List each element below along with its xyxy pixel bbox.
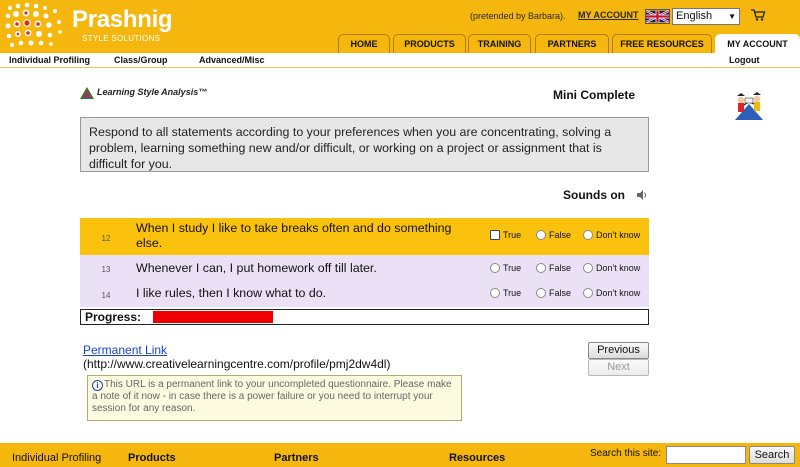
option-false[interactable]: False — [536, 288, 571, 298]
language-select-value: English — [676, 10, 713, 22]
permanent-link-note-text: This URL is a permanent link to your unc… — [92, 379, 452, 414]
site-header: Prashnig STYLE SOLUTIONS (pretended by B… — [0, 0, 800, 53]
search-input[interactable] — [666, 446, 746, 464]
permanent-link[interactable]: Permanent Link — [83, 343, 167, 357]
option-dont-know[interactable]: Don't know — [583, 230, 640, 240]
next-button[interactable]: Next — [588, 359, 649, 376]
learning-style-analysis-logo: Learning Style Analysis™ — [79, 86, 229, 102]
progress-bar-fill — [153, 311, 274, 323]
option-false[interactable]: False — [536, 230, 571, 240]
brand-name: Prashnig — [72, 6, 173, 33]
subnav-class-group[interactable]: Class/Group — [114, 55, 168, 65]
radio-true[interactable] — [490, 288, 500, 298]
instructions-box: Respond to all statements according to y… — [80, 117, 649, 172]
radio-dont-know[interactable] — [583, 230, 593, 240]
question-row-13: 13 Whenever I can, I put homework off ti… — [80, 255, 649, 281]
footer-products[interactable]: Products — [128, 452, 176, 464]
permanent-link-note: i This URL is a permanent link to your un… — [87, 375, 462, 421]
page-title: Mini Complete — [553, 88, 636, 102]
my-account-link[interactable]: MY ACCOUNT — [578, 10, 639, 20]
question-number: 13 — [101, 265, 111, 274]
question-number: 14 — [101, 291, 111, 300]
radio-true[interactable] — [490, 263, 500, 273]
option-dont-know[interactable]: Don't know — [583, 263, 640, 273]
question-text: When I study I like to take breaks often… — [136, 221, 452, 250]
sub-navigation: Individual Profiling Class/Group Advance… — [0, 53, 800, 68]
radio-false[interactable] — [536, 263, 546, 273]
tab-partners[interactable]: PARTNERS — [535, 34, 609, 53]
previous-button[interactable]: Previous — [588, 342, 649, 359]
permanent-link-url: (http://www.creativelearningcentre.com/p… — [83, 357, 391, 371]
progress-box: Progress: — [80, 309, 649, 325]
option-true[interactable]: True — [490, 230, 521, 240]
search-button[interactable]: Search — [749, 446, 795, 464]
shopping-cart-icon[interactable] — [750, 8, 766, 22]
footer-resources[interactable]: Resources — [449, 452, 505, 464]
radio-true-focused[interactable] — [490, 230, 500, 240]
question-row-14: 14 I like rules, then I know what to do.… — [80, 281, 649, 307]
prashnig-logo[interactable]: Prashnig STYLE SOLUTIONS — [4, 2, 173, 50]
question-text: Whenever I can, I put homework off till … — [136, 261, 377, 275]
subnav-advanced-misc[interactable]: Advanced/Misc — [199, 55, 265, 65]
site-footer: Individual Profiling Products Partners R… — [0, 443, 800, 467]
progress-label: Progress: — [85, 310, 142, 324]
subnav-individual-profiling[interactable]: Individual Profiling — [9, 55, 90, 65]
logout-link[interactable]: Logout — [729, 55, 760, 65]
tab-training[interactable]: TRAINING — [468, 34, 531, 53]
option-true[interactable]: True — [490, 288, 521, 298]
lsa-triangle-icon — [80, 87, 94, 99]
tab-home[interactable]: HOME — [338, 34, 390, 53]
speaker-icon[interactable] — [636, 189, 648, 201]
language-select[interactable]: English ▼ — [672, 8, 740, 25]
tab-products[interactable]: PRODUCTS — [393, 34, 466, 53]
radio-dont-know[interactable] — [583, 288, 593, 298]
tab-my-account[interactable]: MY ACCOUNT — [715, 34, 800, 53]
option-true[interactable]: True — [490, 263, 521, 273]
search-label: Search this site: — [590, 448, 662, 459]
footer-partners[interactable]: Partners — [274, 452, 319, 464]
sounds-toggle-label[interactable]: Sounds on — [563, 188, 625, 202]
sun-dots-icon — [5, 2, 62, 47]
chevron-down-icon: ▼ — [728, 12, 736, 21]
footer-individual-profiling[interactable]: Individual Profiling — [12, 452, 101, 464]
radio-dont-know[interactable] — [583, 263, 593, 273]
question-row-12: 12 When I study I like to take breaks of… — [80, 218, 649, 255]
progress-bar — [153, 311, 643, 323]
option-false[interactable]: False — [536, 263, 571, 273]
question-text: I like rules, then I know what to do. — [136, 286, 327, 300]
info-icon: i — [92, 380, 103, 391]
radio-false[interactable] — [536, 230, 546, 240]
question-number: 12 — [101, 234, 111, 243]
radio-false[interactable] — [536, 288, 546, 298]
students-mascot-icon — [735, 92, 763, 120]
tab-free-resources[interactable]: FREE RESOURCES — [612, 34, 712, 53]
uk-flag-icon[interactable] — [645, 9, 670, 24]
option-dont-know[interactable]: Don't know — [583, 288, 640, 298]
pretended-by-text: (pretended by Barbara). — [470, 11, 566, 21]
brand-tagline: STYLE SOLUTIONS — [82, 34, 161, 43]
lsa-logo-text: Learning Style Analysis™ — [97, 87, 208, 97]
